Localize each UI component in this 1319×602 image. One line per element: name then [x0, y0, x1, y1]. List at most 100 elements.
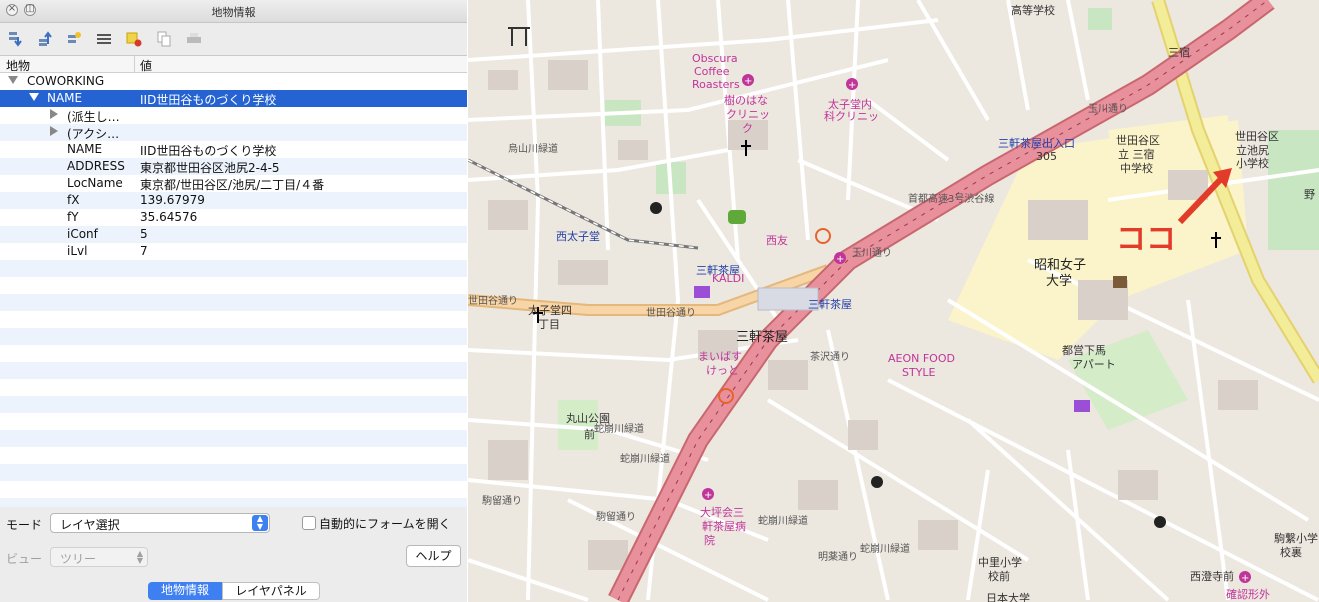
map-label: 玉川通り [1088, 104, 1128, 115]
table-row-empty [0, 379, 467, 396]
table-row[interactable]: COWORKING [0, 73, 467, 90]
map-label: 野 [1304, 188, 1315, 201]
panel-titlebar: × ◫ 地物情報 [0, 0, 467, 23]
table-row-empty [0, 311, 467, 328]
map-label: 西友 [766, 234, 788, 247]
row-value: IID世田谷ものづくり学校 [140, 93, 277, 107]
feature-info-panel: × ◫ 地物情報 地物 値 COWORKING NAME IID世田谷ものづくり… [0, 0, 467, 602]
map-label: 蛇崩川緑道 [758, 516, 808, 527]
map-label: 世田谷通り [468, 296, 518, 307]
row-key: fX [67, 193, 80, 207]
view-label: ビュー [6, 552, 43, 566]
map-label: 首都高速3号渋谷線 [908, 194, 995, 205]
mode-label: モード [6, 518, 43, 532]
map-label: AEON FOOD [888, 352, 955, 365]
map-canvas[interactable]: + + + + + 高等学校 Obscura Coffee Roasters 樹のはなク… [468, 0, 1319, 602]
table-row-empty [0, 260, 467, 277]
park-area [1088, 8, 1112, 30]
header-separator [134, 56, 135, 72]
view-select[interactable]: ツリー ▲ ▼ [50, 547, 148, 567]
map-label: 中学校 [1120, 162, 1153, 175]
expand-icon[interactable] [7, 31, 23, 47]
table-row-empty [0, 396, 467, 413]
map-label: 三宿 [1168, 46, 1190, 59]
svg-text:+: + [744, 76, 752, 87]
row-value: 5 [140, 227, 148, 241]
table-row-empty [0, 481, 467, 498]
map-label: 校裏 [1280, 546, 1302, 559]
collapse-icon[interactable] [37, 31, 53, 47]
annotation-label: ココ [1116, 222, 1176, 257]
map-label: 明薬通り [818, 552, 858, 563]
svg-text:+: + [1241, 573, 1249, 584]
row-key: NAME [47, 91, 83, 105]
map-label: 305 [1036, 150, 1057, 163]
table-row-empty [0, 447, 467, 464]
expand-new-icon[interactable] [66, 31, 82, 47]
table-row[interactable]: (アクシ… [0, 124, 467, 141]
table-row-empty [0, 413, 467, 430]
tab-layer-panel[interactable]: レイヤパネル [222, 582, 320, 600]
map-label: Obscura [692, 52, 738, 65]
row-key: LocName [67, 176, 123, 190]
table-row[interactable]: (派生し… [0, 107, 467, 124]
row-value: 35.64576 [140, 210, 198, 224]
collapse-arrow-icon[interactable] [8, 76, 18, 84]
table-row[interactable]: NAME IID世田谷ものづくり学校 [0, 90, 467, 107]
panel-title: 地物情報 [211, 6, 256, 19]
map-label: ク [742, 122, 753, 135]
map-label: 日本大学 [986, 592, 1030, 602]
tab-feature-info[interactable]: 地物情報 [148, 582, 222, 600]
map-label: Coffee [694, 65, 730, 78]
map-label: 茶沢通り [810, 352, 850, 363]
map-label: 高等学校 [1011, 4, 1055, 17]
table-row[interactable]: ADDRESS 東京都世田谷区池尻2-4-5 [0, 158, 467, 175]
chevron-updown-icon: ▲ ▼ [136, 549, 143, 565]
table-row[interactable]: fX 139.67979 [0, 192, 467, 209]
help-button[interactable]: ヘルプ [406, 545, 461, 567]
map-label: 駒留通り [596, 512, 636, 523]
map-label: 大学 [1046, 274, 1073, 289]
table-row[interactable]: LocName 東京都/世田谷区/池尻/二丁目/４番 [0, 175, 467, 192]
mode-select[interactable]: レイヤ選択 ▲ ▼ [50, 513, 270, 533]
row-key: COWORKING [27, 74, 105, 88]
map-label: 玉川通り [852, 248, 892, 259]
row-value: 7 [140, 244, 148, 258]
view-select-value: ツリー [60, 552, 97, 566]
table-row[interactable]: NAME IID世田谷ものづくり学校 [0, 141, 467, 158]
expand-arrow-icon[interactable] [50, 109, 58, 119]
svg-text:+: + [704, 490, 712, 501]
map-label: 三軒茶屋出入口 [998, 137, 1075, 150]
map-label: 丸山公園 [566, 412, 610, 425]
clear-highlight-icon[interactable] [126, 31, 142, 47]
mode-select-value: レイヤ選択 [60, 518, 120, 532]
row-key: NAME [67, 142, 103, 156]
row-key: ADDRESS [67, 159, 125, 173]
map-label: Roasters [692, 78, 740, 91]
map-label: けっと [706, 364, 739, 377]
header-feature: 地物 [6, 59, 31, 73]
map-label: 科クリニッ [824, 110, 879, 123]
map-label: 蛇崩川緑道 [620, 454, 670, 465]
print-icon[interactable] [186, 31, 202, 47]
row-value: 139.67979 [140, 193, 205, 207]
table-row[interactable]: iConf 5 [0, 226, 467, 243]
map-label: 蛇崩川緑道 [860, 544, 910, 555]
table-header: 地物 値 [0, 56, 467, 73]
map-label: 西太子堂 [556, 230, 600, 243]
expand-arrow-icon[interactable] [50, 126, 58, 136]
map-label: アパート [1072, 358, 1116, 371]
table-row-empty [0, 294, 467, 311]
map-label: KALDI [712, 272, 745, 285]
feature-tree-table: 地物 値 COWORKING NAME IID世田谷ものづくり学校 (派生し… (アクシ… [0, 55, 467, 508]
table-row[interactable]: iLvl 7 [0, 243, 467, 260]
checkbox-box[interactable] [302, 516, 316, 530]
table-row[interactable]: fY 35.64576 [0, 209, 467, 226]
panel-toolbar [0, 23, 467, 55]
header-value: 値 [140, 59, 153, 73]
table-row-empty [0, 464, 467, 481]
copy-icon[interactable] [156, 31, 172, 47]
collapse-arrow-icon[interactable] [29, 93, 39, 101]
svg-text:+: + [848, 80, 856, 91]
form-view-icon[interactable] [96, 31, 112, 47]
